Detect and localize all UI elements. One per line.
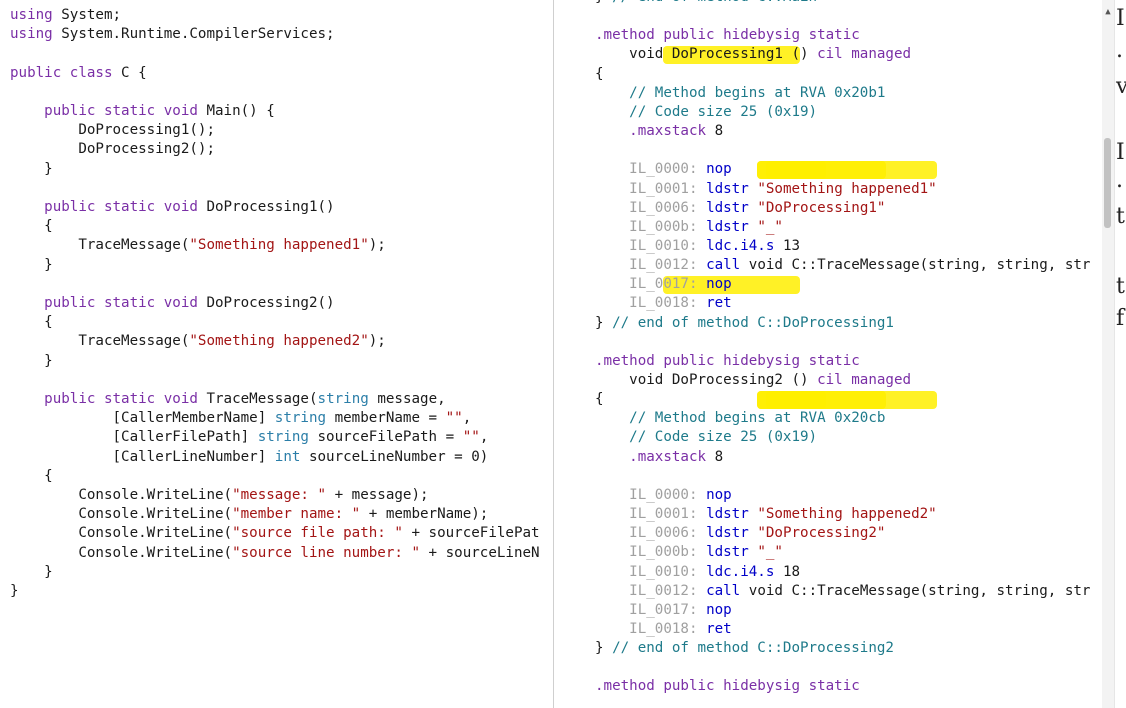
il-output-view[interactable]: } // end of method C::Main.method public… <box>554 0 1102 708</box>
marker-highlight <box>757 161 937 180</box>
clipped-text-glyph: f <box>1116 306 1125 331</box>
source-line: [CallerMemberName] string memberName = "… <box>10 410 472 427</box>
il-line: IL_0000: nop <box>629 486 732 503</box>
source-line: public static void DoProcessing1() <box>44 199 335 215</box>
il-vertical-scrollbar[interactable]: ▲ <box>1102 0 1114 708</box>
il-line: IL_0017: nop <box>629 601 732 618</box>
il-line: .method public hidebysig static <box>595 678 860 695</box>
marker-highlight <box>757 391 937 410</box>
source-line: TraceMessage("Something happened1"); <box>10 237 386 254</box>
source-line: { <box>10 218 53 235</box>
il-line: void DoProcessing2 () cil managed <box>595 372 912 388</box>
source-line: Console.WriteLine("message: " + message)… <box>10 487 429 503</box>
il-line: IL_0017: nop <box>629 276 732 293</box>
il-line: } // end of method C::DoProcessing1 <box>595 314 894 331</box>
il-line: IL_0018: ret <box>629 295 732 312</box>
source-line: Console.WriteLine("source file path: " +… <box>10 525 540 542</box>
il-line: // Code size 25 (0x19) <box>629 429 818 446</box>
il-line: // Code size 25 (0x19) <box>629 103 818 120</box>
source-line: using System.Runtime.CompilerServices; <box>10 26 335 43</box>
scroll-thumb[interactable] <box>1104 138 1111 228</box>
il-line: IL_0001: ldstr "Something happened2" <box>629 506 937 523</box>
source-line: } <box>10 583 19 599</box>
il-line: IL_000b: ldstr "_" <box>629 544 783 561</box>
il-line: .method public hidebysig static <box>595 352 860 369</box>
source-line: { <box>10 467 53 484</box>
source-line: } <box>10 563 53 580</box>
il-line: IL_0012: call void C::TraceMessage(strin… <box>629 582 1091 599</box>
clipped-text-glyph: I <box>1116 6 1125 31</box>
il-line: IL_0012: call void C::TraceMessage(strin… <box>629 257 1091 274</box>
il-line: IL_0010: ldc.i4.s 18 <box>629 563 801 580</box>
clipped-text-glyph: t <box>1116 274 1125 299</box>
il-line: .maxstack 8 <box>629 123 724 140</box>
il-line: // Method begins at RVA 0x20cb <box>629 410 886 427</box>
source-line: [CallerLineNumber] int sourceLineNumber … <box>10 448 489 465</box>
il-line: .maxstack 8 <box>629 448 724 465</box>
source-line: } <box>10 160 53 177</box>
source-line: [CallerFilePath] string sourceFilePath =… <box>10 429 489 446</box>
il-line: void DoProcessing1 () cil managed <box>595 46 912 63</box>
source-line: { <box>10 314 53 331</box>
source-line: using System; <box>10 7 122 23</box>
il-line: .method public hidebysig static <box>595 27 860 44</box>
il-line: IL_0001: ldstr "Something happened1" <box>629 180 937 197</box>
il-line: { <box>595 391 604 408</box>
clipped-text-glyph: . <box>1116 168 1123 193</box>
source-line: public static void TraceMessage(string m… <box>44 391 446 407</box>
il-line: } // end of method C::Main <box>595 0 817 7</box>
il-line: IL_0006: ldstr "DoProcessing2" <box>629 525 886 542</box>
source-line: public class C { <box>10 64 147 81</box>
il-line: IL_000b: ldstr "_" <box>629 218 783 235</box>
scroll-up-arrow-icon[interactable]: ▲ <box>1102 6 1114 18</box>
il-line: // Method begins at RVA 0x20b1 <box>629 84 886 101</box>
il-line: { <box>595 65 604 82</box>
source-line: } <box>10 352 53 369</box>
source-line: DoProcessing1(); <box>10 122 215 139</box>
source-line: Console.WriteLine("source line number: "… <box>10 544 540 561</box>
il-line: IL_0018: ret <box>629 620 732 637</box>
clipped-text-glyph: t <box>1116 204 1125 229</box>
il-line: IL_0010: ldc.i4.s 13 <box>629 237 801 254</box>
adjacent-window-edge: I.vI.ttf <box>1114 0 1126 708</box>
source-line: } <box>10 256 53 273</box>
source-line: TraceMessage("Something happened2"); <box>10 333 386 350</box>
il-line: IL_0000: nop <box>629 161 732 178</box>
csharp-source-editor[interactable]: using System; using System.Runtime.Compil… <box>0 0 553 708</box>
clipped-text-glyph: I <box>1116 140 1125 165</box>
il-line: IL_0006: ldstr "DoProcessing1" <box>629 199 886 216</box>
clipped-text-glyph: v <box>1116 76 1126 98</box>
source-line: public static void DoProcessing2() <box>44 295 335 311</box>
source-line: DoProcessing2(); <box>10 141 215 158</box>
clipped-text-glyph: . <box>1116 38 1123 63</box>
source-line: Console.WriteLine("member name: " + memb… <box>10 506 489 523</box>
il-line: } // end of method C::DoProcessing2 <box>595 640 894 657</box>
source-line: public static void Main() { <box>44 103 275 119</box>
